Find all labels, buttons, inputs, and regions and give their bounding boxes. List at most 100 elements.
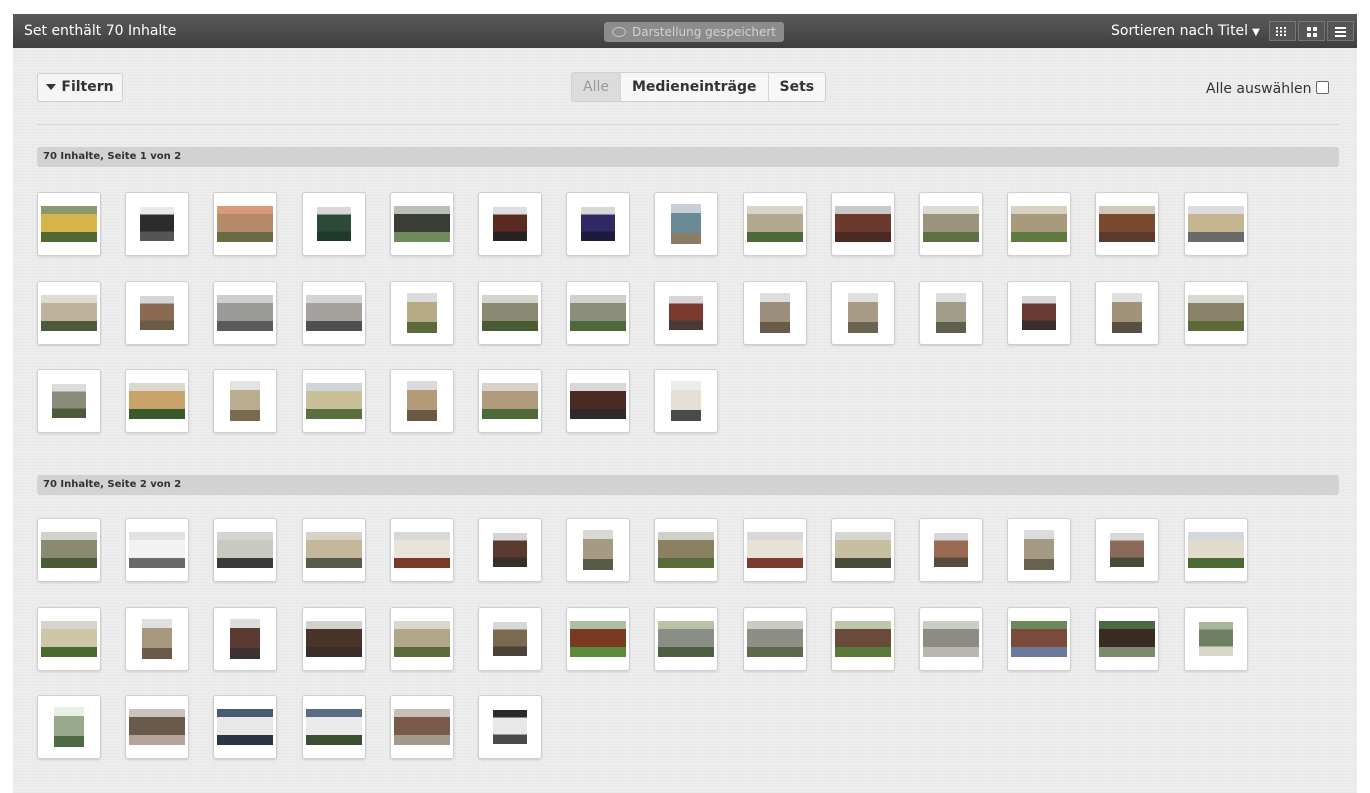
media-thumbnail-tile[interactable] xyxy=(478,281,542,345)
media-thumbnail-tile[interactable] xyxy=(37,192,101,256)
media-thumbnail-tile[interactable] xyxy=(213,607,277,671)
media-thumbnail-image xyxy=(317,207,351,241)
media-thumbnail-tile[interactable] xyxy=(478,369,542,433)
media-thumbnail-tile[interactable] xyxy=(213,695,277,759)
media-thumbnail-tile[interactable] xyxy=(302,369,366,433)
media-thumbnail-tile[interactable] xyxy=(390,695,454,759)
media-thumbnail-tile[interactable] xyxy=(213,518,277,582)
media-thumbnail-tile[interactable] xyxy=(390,281,454,345)
media-thumbnail-tile[interactable] xyxy=(654,518,718,582)
media-thumbnail-tile[interactable] xyxy=(654,607,718,671)
media-thumbnail-tile[interactable] xyxy=(566,607,630,671)
media-thumbnail-tile[interactable] xyxy=(1184,518,1248,582)
media-thumbnail-image xyxy=(306,532,362,568)
media-thumbnail-tile[interactable] xyxy=(390,192,454,256)
media-thumbnail-tile[interactable] xyxy=(654,192,718,256)
page-header-2: 70 Inhalte, Seite 2 von 2 xyxy=(37,475,1339,495)
media-thumbnail-image xyxy=(1110,533,1144,567)
media-thumbnail-tile[interactable] xyxy=(566,192,630,256)
media-thumbnail-tile[interactable] xyxy=(831,607,895,671)
media-thumbnail-tile[interactable] xyxy=(654,281,718,345)
media-thumbnail-tile[interactable] xyxy=(390,369,454,433)
media-thumbnail-tile[interactable] xyxy=(390,518,454,582)
media-thumbnail-tile[interactable] xyxy=(1007,518,1071,582)
media-thumbnail-image xyxy=(747,621,803,657)
media-thumbnail-tile[interactable] xyxy=(125,695,189,759)
media-thumbnail-tile[interactable] xyxy=(302,695,366,759)
media-thumbnail-tile[interactable] xyxy=(1184,607,1248,671)
set-header-bar: Set enthält 70 Inhalte Darstellung gespe… xyxy=(13,14,1357,48)
filter-label: Filtern xyxy=(61,79,114,95)
tab-sets[interactable]: Sets xyxy=(767,73,826,101)
media-thumbnail-tile[interactable] xyxy=(478,695,542,759)
media-thumbnail-tile[interactable] xyxy=(1095,518,1159,582)
sort-dropdown[interactable]: Sortieren nach Titel ▼ xyxy=(1111,23,1260,39)
media-thumbnail-tile[interactable] xyxy=(566,518,630,582)
view-list-button[interactable] xyxy=(1327,21,1354,41)
media-thumbnail-tile[interactable] xyxy=(125,192,189,256)
media-thumbnail-image xyxy=(230,381,260,421)
media-thumbnail-tile[interactable] xyxy=(302,281,366,345)
media-thumbnail-tile[interactable] xyxy=(1095,192,1159,256)
filter-button[interactable]: Filtern xyxy=(37,73,123,102)
media-thumbnail-tile[interactable] xyxy=(390,607,454,671)
media-thumbnail-tile[interactable] xyxy=(566,369,630,433)
media-thumbnail-tile[interactable] xyxy=(1095,281,1159,345)
view-grid-large-button[interactable] xyxy=(1298,21,1325,41)
media-thumbnail-image xyxy=(407,293,437,333)
media-thumbnail-image xyxy=(129,383,185,419)
media-thumbnail-image xyxy=(581,207,615,241)
view-saved-button[interactable]: Darstellung gespeichert xyxy=(604,22,784,42)
media-thumbnail-image xyxy=(1188,206,1244,242)
media-thumbnail-tile[interactable] xyxy=(743,518,807,582)
media-thumbnail-tile[interactable] xyxy=(919,518,983,582)
select-all-label: Alle auswählen xyxy=(1206,81,1312,97)
media-thumbnail-tile[interactable] xyxy=(654,369,718,433)
media-thumbnail-tile[interactable] xyxy=(37,607,101,671)
media-thumbnail-image xyxy=(747,206,803,242)
media-thumbnail-tile[interactable] xyxy=(37,695,101,759)
media-thumbnail-tile[interactable] xyxy=(743,192,807,256)
view-grid-small-button[interactable] xyxy=(1269,21,1296,41)
media-thumbnail-tile[interactable] xyxy=(213,281,277,345)
media-thumbnail-image xyxy=(230,619,260,659)
view-saved-label: Darstellung gespeichert xyxy=(632,25,776,39)
tab-medieneintraege[interactable]: Medieneinträge xyxy=(619,73,768,101)
media-thumbnail-tile[interactable] xyxy=(1184,192,1248,256)
media-thumbnail-tile[interactable] xyxy=(125,518,189,582)
media-thumbnail-tile[interactable] xyxy=(302,607,366,671)
media-thumbnail-tile[interactable] xyxy=(919,607,983,671)
media-thumbnail-tile[interactable] xyxy=(37,369,101,433)
media-thumbnail-tile[interactable] xyxy=(743,281,807,345)
media-thumbnail-tile[interactable] xyxy=(302,518,366,582)
media-thumbnail-tile[interactable] xyxy=(125,607,189,671)
media-thumbnail-tile[interactable] xyxy=(125,369,189,433)
select-all-checkbox[interactable] xyxy=(1316,80,1330,94)
media-thumbnail-tile[interactable] xyxy=(1007,281,1071,345)
media-thumbnail-tile[interactable] xyxy=(919,192,983,256)
media-thumbnail-tile[interactable] xyxy=(743,607,807,671)
media-thumbnail-tile[interactable] xyxy=(1184,281,1248,345)
media-thumbnail-tile[interactable] xyxy=(831,192,895,256)
media-thumbnail-image xyxy=(217,532,273,568)
media-thumbnail-tile[interactable] xyxy=(831,281,895,345)
media-thumbnail-tile[interactable] xyxy=(125,281,189,345)
media-thumbnail-tile[interactable] xyxy=(213,192,277,256)
media-thumbnail-tile[interactable] xyxy=(478,192,542,256)
media-thumbnail-tile[interactable] xyxy=(37,518,101,582)
media-thumbnail-image xyxy=(570,621,626,657)
media-thumbnail-tile[interactable] xyxy=(919,281,983,345)
media-thumbnail-tile[interactable] xyxy=(37,281,101,345)
select-all-control[interactable]: Alle auswählen xyxy=(1206,80,1330,97)
media-thumbnail-tile[interactable] xyxy=(566,281,630,345)
media-thumbnail-tile[interactable] xyxy=(213,369,277,433)
media-thumbnail-tile[interactable] xyxy=(478,518,542,582)
media-thumbnail-tile[interactable] xyxy=(302,192,366,256)
media-thumbnail-image xyxy=(1099,621,1155,657)
media-thumbnail-tile[interactable] xyxy=(1007,192,1071,256)
tab-alle[interactable]: Alle xyxy=(572,73,620,101)
media-thumbnail-tile[interactable] xyxy=(1007,607,1071,671)
media-thumbnail-tile[interactable] xyxy=(1095,607,1159,671)
media-thumbnail-tile[interactable] xyxy=(478,607,542,671)
media-thumbnail-tile[interactable] xyxy=(831,518,895,582)
